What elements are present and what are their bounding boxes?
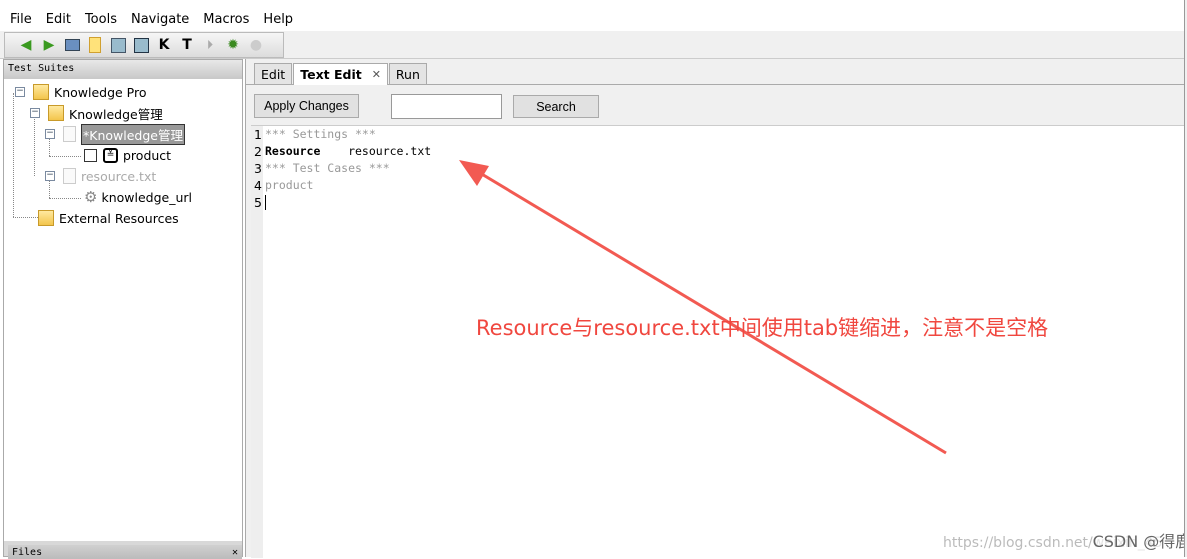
annotation-text: Resource与resource.txt中间使用tab键缩进，注意不是空格 [476,316,1049,340]
watermark-credit: CSDN @得鹿梦鱼_ [1092,532,1187,551]
watermark: https://blog.csdn.net/weixin_45CSDN @得鹿梦… [943,528,1187,552]
arrow-head [459,160,489,186]
annotation-arrow [459,160,947,455]
